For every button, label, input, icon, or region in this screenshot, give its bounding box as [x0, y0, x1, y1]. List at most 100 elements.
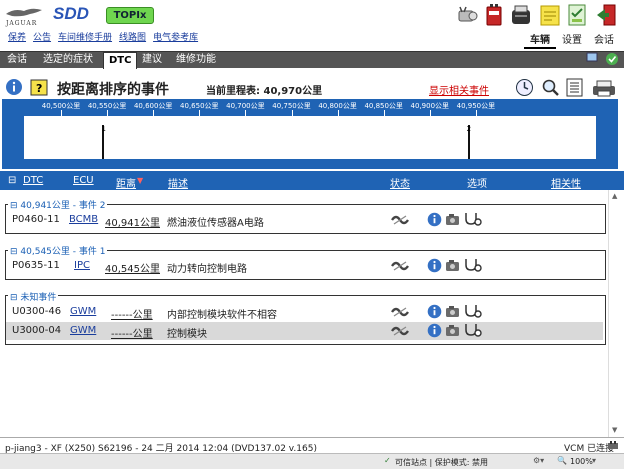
col-ecu[interactable]: ECU	[73, 175, 94, 186]
ecu-link[interactable]: IPC	[74, 260, 90, 271]
dtc-description: 控制模块	[167, 329, 207, 340]
security-zone: 可信站点 | 保护模式: 禁用	[395, 458, 489, 467]
tab-selected-symptoms[interactable]: 选定的症状	[38, 52, 98, 68]
scroll-down-icon[interactable]: ▼	[612, 426, 617, 434]
app-name: SDD	[53, 4, 89, 23]
event-group-label[interactable]: ⊟ 未知事件	[8, 290, 59, 303]
col-distance[interactable]: 距离	[116, 175, 136, 190]
zoom-icon[interactable]: 🔍	[557, 456, 567, 465]
stethoscope-icon[interactable]	[462, 322, 482, 340]
tab-settings[interactable]: 设置	[556, 30, 588, 49]
link-maintenance[interactable]: 保养	[8, 30, 26, 43]
page-title: 按距离排序的事件	[57, 82, 169, 98]
clock-icon[interactable]	[515, 78, 534, 97]
dtc-description: 内部控制模块软件不相容	[167, 310, 277, 321]
info-icon[interactable]	[427, 323, 442, 338]
event-group-label[interactable]: ⊟ 40,545公里 - 事件 1	[8, 244, 108, 257]
status-link-icon[interactable]	[390, 323, 410, 339]
info-icon[interactable]	[427, 212, 442, 227]
status-link-icon[interactable]	[390, 304, 410, 320]
dtc-code: U0300-46	[12, 306, 62, 317]
camera-icon[interactable]	[445, 213, 460, 226]
link-wiring-diagram[interactable]: 线路图	[119, 30, 146, 43]
col-dtc[interactable]: DTC	[23, 175, 43, 186]
status-link-icon[interactable]	[390, 212, 410, 228]
tab-recommendations[interactable]: 建议	[137, 52, 167, 68]
info-icon[interactable]	[427, 258, 442, 273]
link-workshop-manual[interactable]: 车间维修手册	[58, 30, 112, 43]
network-icon[interactable]	[585, 51, 601, 67]
table-row[interactable]: P0460-11 BCMB 40,941公里 燃油液位传感器A电路	[6, 211, 603, 229]
link-electrical-reference[interactable]: 电气参考库	[153, 30, 198, 43]
timeline-tick	[61, 110, 62, 116]
printer-device-icon[interactable]	[510, 3, 532, 27]
event-group-label[interactable]: ⊟ 40,941公里 - 事件 2	[8, 198, 108, 211]
timeline-tick	[107, 110, 109, 116]
print-icon[interactable]	[592, 80, 616, 97]
ecu-link[interactable]: GWM	[70, 306, 96, 317]
timeline-event-number: 1	[101, 125, 106, 133]
vertical-scrollbar[interactable]: ▲ ▼	[608, 190, 622, 437]
info-icon[interactable]	[427, 304, 442, 319]
tab-vehicle[interactable]: 车辆	[524, 30, 556, 49]
event-group-label-text: 40,545公里 - 事件 1	[20, 247, 106, 257]
link-bulletins[interactable]: 公告	[33, 30, 51, 43]
scroll-up-icon[interactable]: ▲	[612, 192, 617, 200]
tab-service-functions[interactable]: 维修功能	[171, 52, 221, 68]
topix-button[interactable]: TOPIx	[106, 7, 154, 24]
dtc-description: 动力转向控制电路	[167, 264, 247, 275]
timeline-tick	[245, 110, 247, 116]
battery-icon[interactable]	[483, 3, 505, 27]
document-list-icon[interactable]	[566, 78, 583, 97]
info-icon[interactable]	[5, 78, 23, 96]
timeline-tick	[291, 110, 293, 116]
event-group-label-text: 40,941公里 - 事件 2	[20, 201, 106, 211]
table-row[interactable]: U0300-46 GWM ------公里 内部控制模块软件不相容	[6, 303, 603, 321]
connected-icon[interactable]	[605, 52, 619, 66]
timeline-track	[24, 116, 596, 159]
collapse-all-icon[interactable]: ⊟	[8, 175, 16, 186]
dtc-code: P0460-11	[12, 214, 60, 225]
timeline-event-number: 2	[466, 125, 472, 133]
timeline-tick	[475, 110, 477, 116]
zoom-level[interactable]: 100%	[570, 457, 593, 466]
right-tabs: 车辆 设置 会话	[524, 30, 620, 49]
tab-dtc[interactable]: DTC	[103, 52, 138, 69]
top-links: 保养 公告 车间维修手册 线路图 电气参考库	[8, 30, 198, 43]
zoom-dropdown-icon[interactable]: ▾	[592, 456, 596, 465]
main-tab-bar: 会话 选定的症状 DTC 建议 维修功能	[0, 51, 624, 69]
column-header-row: ⊟ DTC ECU 距离 ▼ 描述 状态 选项 相关性	[0, 171, 624, 190]
notes-icon[interactable]	[539, 3, 561, 27]
help-note-icon[interactable]: ?	[30, 79, 48, 96]
tab-session-main[interactable]: 会话	[2, 52, 32, 68]
show-related-events-link[interactable]: 显示相关事件	[429, 82, 489, 97]
dtc-description: 燃油液位传感器A电路	[167, 218, 264, 229]
camera-icon[interactable]	[445, 305, 460, 318]
table-row-selected[interactable]: U3000-04 GWM ------公里 控制模块	[6, 322, 603, 340]
checklist-icon[interactable]	[566, 3, 588, 27]
event-group-label-text: 未知事件	[20, 293, 57, 303]
table-row[interactable]: P0635-11 IPC 40,545公里 动力转向控制电路	[6, 257, 603, 275]
col-status[interactable]: 状态	[390, 175, 410, 190]
dtc-code: P0635-11	[12, 260, 60, 271]
col-relevance[interactable]: 相关性	[551, 175, 581, 190]
zone-settings-icon[interactable]: ⚙▾	[533, 456, 544, 465]
status-link-icon[interactable]	[390, 258, 410, 274]
camera-icon[interactable]	[445, 324, 460, 337]
browser-status-bar: ✓ 可信站点 | 保护模式: 禁用 ⚙▾ 🔍 100% ▾	[0, 453, 624, 469]
stethoscope-icon[interactable]	[456, 3, 478, 27]
ecu-link[interactable]: GWM	[70, 325, 96, 336]
stethoscope-icon[interactable]	[462, 303, 482, 321]
status-bar: p-jiang3 - XF (X250) S62196 - 24 二月 2014…	[0, 437, 624, 454]
tab-session[interactable]: 会话	[588, 30, 620, 49]
stethoscope-icon[interactable]	[462, 211, 482, 229]
ecu-link[interactable]: BCMB	[69, 214, 98, 225]
exit-icon[interactable]	[595, 3, 617, 27]
timeline-tick	[383, 110, 385, 116]
stethoscope-icon[interactable]	[462, 257, 482, 275]
search-icon[interactable]	[541, 78, 560, 97]
dtc-code: U3000-04	[12, 325, 62, 336]
col-description[interactable]: 描述	[168, 175, 188, 190]
timeline-tick	[337, 110, 339, 116]
camera-icon[interactable]	[445, 259, 460, 272]
